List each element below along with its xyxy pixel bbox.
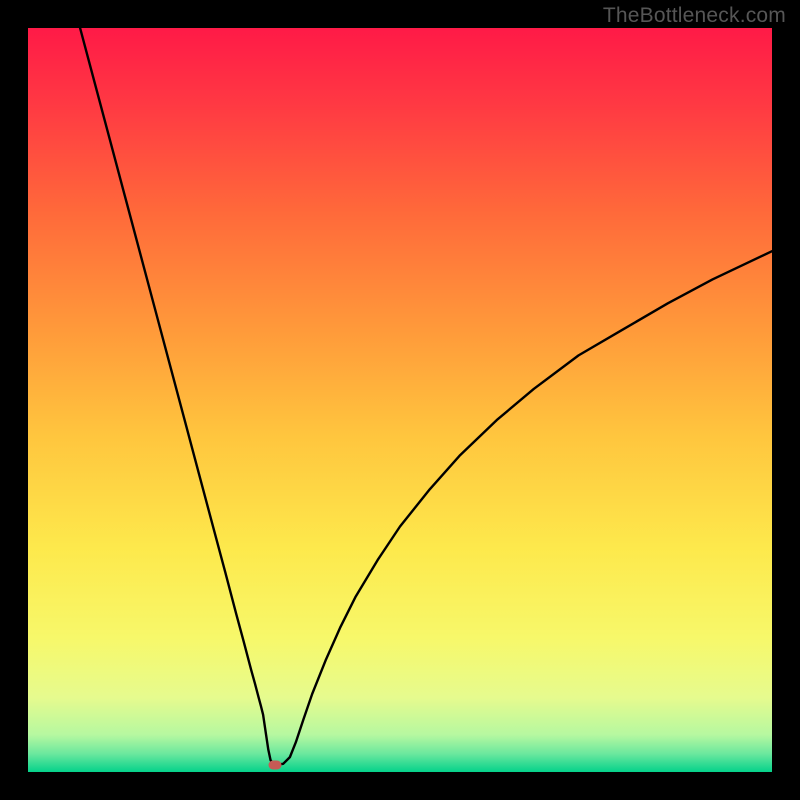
chart-frame: TheBottleneck.com: [0, 0, 800, 800]
bottleneck-curve: [80, 28, 772, 765]
plot-area: [28, 28, 772, 772]
plot-inner: [28, 28, 772, 772]
optimal-point-marker: [269, 760, 282, 769]
watermark-text: TheBottleneck.com: [603, 4, 786, 28]
curve-layer: [28, 28, 772, 772]
